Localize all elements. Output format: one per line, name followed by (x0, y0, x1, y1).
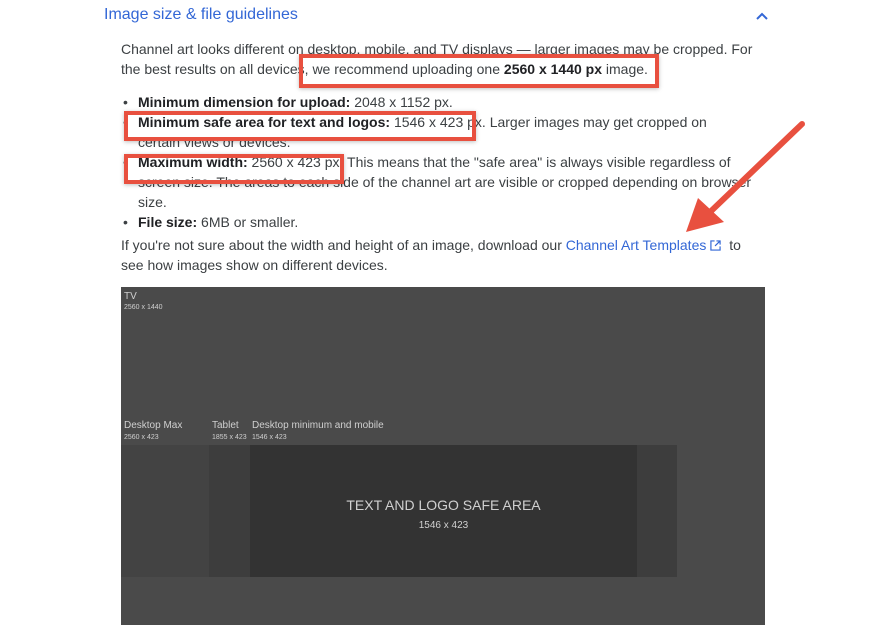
section-header[interactable]: Image size & file guidelines (104, 4, 774, 30)
desktop-min-label: Desktop minimum and mobile (252, 420, 384, 431)
templates-before: If you're not sure about the width and h… (121, 237, 566, 253)
desktop-max-size: 2560 x 423 (124, 434, 159, 441)
desktop-min-size: 1546 x 423 (252, 434, 287, 441)
bullet-value: 2048 x 1152 px. (350, 94, 453, 110)
bullet-label: Minimum safe area for text and logos: (138, 114, 391, 130)
channel-art-templates-link[interactable]: Channel Art Templates (566, 237, 707, 253)
list-item: Maximum width: 2560 x 423 px. This means… (121, 152, 766, 212)
intro-line2-mid: we recommend uploading one (312, 61, 504, 77)
intro-line2-suffix: image. (602, 61, 648, 77)
bullet-value: 2560 x 423 px. (247, 154, 344, 170)
safe-area-size: 1546 x 423 (418, 520, 469, 531)
list-item: File size: 6MB or smaller. (121, 212, 771, 232)
bullet-value: 6MB or smaller. (197, 214, 299, 230)
guidelines-list: Minimum dimension for upload: 2048 x 115… (121, 92, 771, 232)
channel-art-diagram: TV 2560 x 1440 TEXT AND LOGO SAFE AREA 1… (121, 287, 765, 625)
tv-label: TV (124, 291, 137, 302)
section-title: Image size & file guidelines (104, 6, 298, 23)
bullet-value: 1546 x 423 px. (390, 114, 486, 130)
desktop-max-right-edge (677, 445, 765, 577)
tablet-label: Tablet (212, 420, 239, 431)
bullet-label: Minimum dimension for upload: (138, 94, 351, 110)
safe-area: TEXT AND LOGO SAFE AREA 1546 x 423 (250, 445, 637, 577)
tv-size: 2560 x 1440 (124, 304, 163, 311)
tv-bottom-area (121, 577, 765, 625)
templates-paragraph: If you're not sure about the width and h… (121, 235, 751, 275)
list-item: Minimum safe area for text and logos: 15… (121, 112, 748, 152)
list-item: Minimum dimension for upload: 2048 x 115… (121, 92, 771, 112)
desktop-max-label: Desktop Max (124, 420, 183, 431)
intro-line2-prefix: the best results on all devices, (121, 61, 313, 77)
recommended-size: 2560 x 1440 px (503, 61, 602, 77)
bullet-label: Maximum width: (138, 154, 248, 170)
safe-area-title: TEXT AND LOGO SAFE AREA (346, 497, 541, 513)
chevron-up-icon[interactable] (754, 8, 770, 24)
external-link-icon[interactable] (710, 240, 722, 251)
tablet-size: 1855 x 423 (212, 434, 247, 441)
bullet-label: File size: (138, 214, 198, 230)
intro-paragraph: Channel art looks different on desktop, … (121, 39, 761, 79)
intro-line1: Channel art looks different on desktop, … (121, 41, 753, 57)
